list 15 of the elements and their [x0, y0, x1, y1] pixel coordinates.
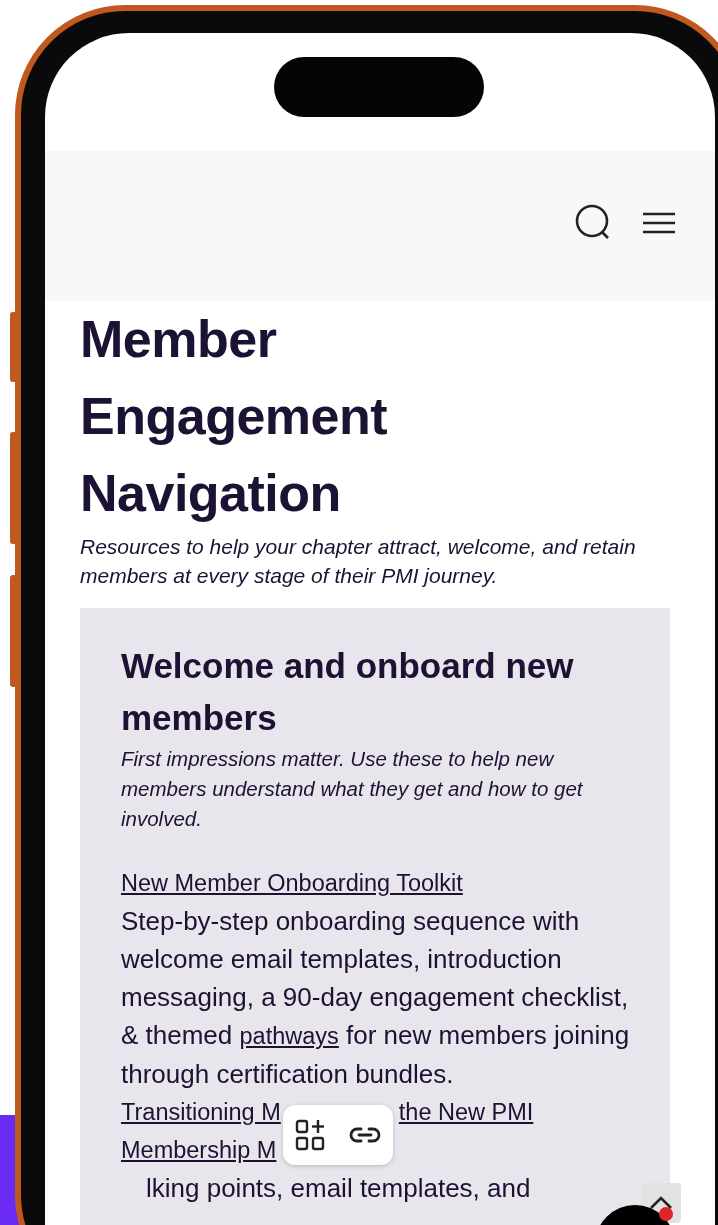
pathways-link[interactable]: pathways	[239, 1023, 339, 1049]
resource-link[interactable]: New Member Onboarding Toolkit	[121, 870, 463, 896]
resource-description: lking points, email templates, and	[145, 1172, 532, 1205]
resource-link[interactable]: Transitioning M	[121, 1093, 281, 1131]
menu-icon[interactable]	[643, 212, 675, 234]
section-intro: First impressions matter. Use these to help new members understand what they get and how to get involved.	[121, 746, 584, 832]
section-heading: Welcome and onboard new members	[121, 645, 575, 739]
caret-up-icon	[649, 1196, 673, 1210]
resource-link[interactable]: the New PMI	[398, 1093, 534, 1131]
link-icon[interactable]	[349, 1126, 381, 1144]
resource-description: Step-by-step onboarding sequence with welcome email templates, introduction messaging, a 90-day engagement checklist, & themed pathways for new members joining through certification bundles.	[121, 905, 630, 1091]
page-subtitle: Resources to help your chapter attract, welcome, and retain members at every stage of their PMI journey.	[80, 534, 637, 589]
add-widget-icon[interactable]	[295, 1119, 325, 1151]
page-title: Member Engagement Navigation	[80, 309, 389, 524]
resource-link[interactable]: Membership M	[121, 1131, 277, 1169]
